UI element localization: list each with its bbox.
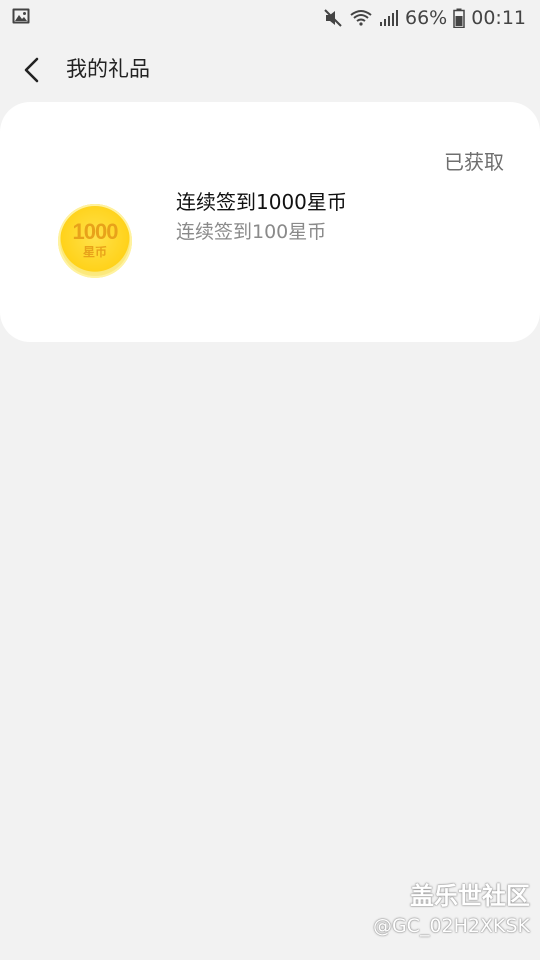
watermark-name: 盖乐世社区 — [410, 882, 530, 910]
back-button[interactable] — [14, 52, 50, 88]
back-arrow-icon — [24, 57, 39, 83]
page-title: 我的礼品 — [66, 57, 150, 81]
clock: 00:11 — [471, 7, 526, 29]
status-bar: 66% 00:11 — [0, 0, 540, 36]
watermark-user: @GC_02H2XKSK — [372, 915, 530, 937]
gallery-icon — [12, 8, 30, 24]
gift-title: 连续签到1000星币 — [176, 190, 347, 214]
battery-percentage: 66% — [405, 7, 448, 29]
app-header: 我的礼品 — [0, 36, 540, 102]
gift-card[interactable]: 已获取 1000 星币 连续签到1000星币 连续签到100星币 — [0, 102, 540, 342]
coin-icon: 1000 星币 — [58, 204, 132, 278]
watermark: 盖乐世社区 @GC_02H2XKSK — [373, 880, 530, 940]
coin-amount: 1000 — [72, 219, 119, 244]
battery-icon — [453, 8, 465, 28]
gift-status-label: 已获取 — [444, 150, 504, 174]
coin-unit: 星币 — [82, 245, 107, 259]
signal-icon — [380, 10, 398, 26]
mute-icon — [324, 9, 342, 27]
wifi-icon — [350, 10, 372, 26]
gift-description: 连续签到100星币 — [176, 221, 327, 243]
